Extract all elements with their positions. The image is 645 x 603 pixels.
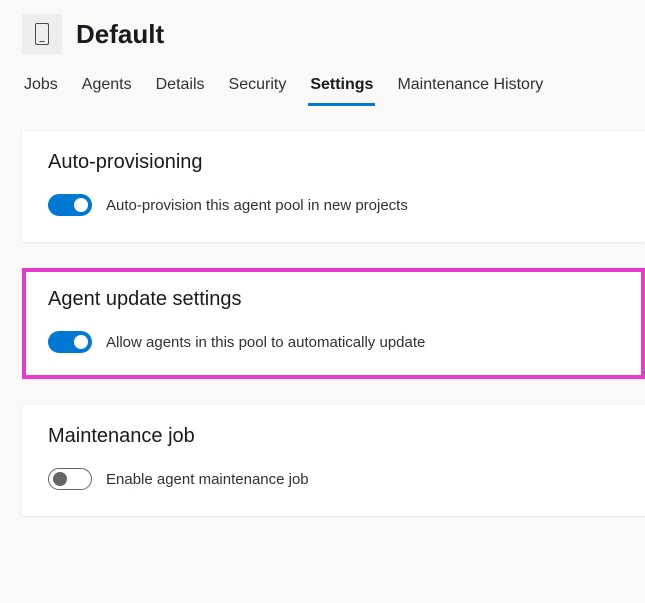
tab-bar: Jobs Agents Details Security Settings Ma…	[0, 64, 645, 107]
tab-maintenance-history[interactable]: Maintenance History	[395, 70, 545, 106]
tab-details[interactable]: Details	[154, 70, 207, 106]
auto-provisioning-toggle[interactable]	[48, 194, 92, 216]
agent-update-toggle[interactable]	[48, 331, 92, 353]
tab-agents[interactable]: Agents	[80, 70, 134, 106]
toggle-knob	[74, 335, 88, 349]
auto-provisioning-card: Auto-provisioning Auto-provision this ag…	[22, 131, 645, 242]
agent-update-card: Agent update settings Allow agents in th…	[22, 268, 645, 379]
maintenance-job-toggle[interactable]	[48, 468, 92, 490]
auto-provisioning-toggle-label: Auto-provision this agent pool in new pr…	[106, 197, 408, 214]
toggle-knob	[53, 472, 67, 486]
maintenance-job-title: Maintenance job	[48, 425, 619, 448]
auto-provisioning-toggle-row: Auto-provision this agent pool in new pr…	[48, 194, 619, 216]
agent-update-toggle-row: Allow agents in this pool to automatical…	[48, 331, 619, 353]
maintenance-job-toggle-row: Enable agent maintenance job	[48, 468, 619, 490]
maintenance-job-toggle-label: Enable agent maintenance job	[106, 471, 309, 488]
agent-update-toggle-label: Allow agents in this pool to automatical…	[106, 334, 425, 351]
agent-update-title: Agent update settings	[48, 288, 619, 311]
tab-settings[interactable]: Settings	[308, 70, 375, 106]
tab-jobs[interactable]: Jobs	[22, 70, 60, 106]
maintenance-job-card: Maintenance job Enable agent maintenance…	[22, 405, 645, 516]
toggle-knob	[74, 198, 88, 212]
auto-provisioning-title: Auto-provisioning	[48, 151, 619, 174]
tab-security[interactable]: Security	[227, 70, 289, 106]
page-header: Default	[0, 0, 645, 64]
device-icon	[35, 23, 49, 45]
content-area: Auto-provisioning Auto-provision this ag…	[0, 107, 645, 516]
page-title: Default	[76, 19, 164, 50]
pool-icon-box	[22, 14, 62, 54]
